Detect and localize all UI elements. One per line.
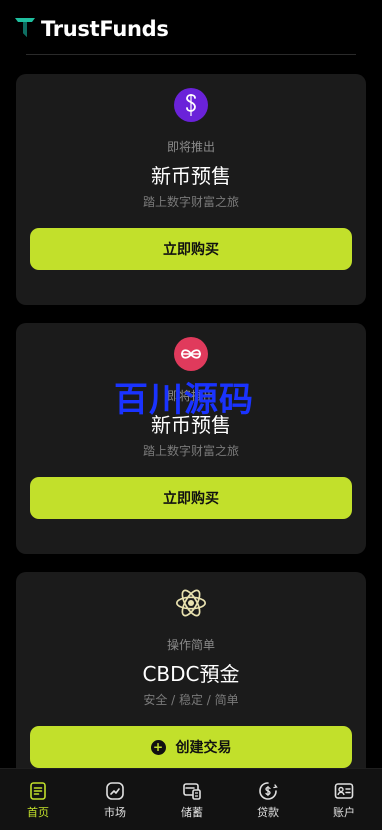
card-subtitle: 踏上数字财富之旅 — [142, 195, 239, 209]
create-trade-button[interactable]: + 创建交易 — [30, 726, 352, 768]
plus-circle-icon: + — [150, 739, 166, 755]
tab-label: 首页 — [27, 806, 49, 819]
header-divider — [26, 54, 356, 55]
tab-label: 储蓄 — [181, 806, 203, 819]
create-trade-label: 创建交易 — [175, 740, 232, 756]
presale-card-1: 即将推出 新币预售 踏上数字财富之旅 立即购买 — [16, 74, 366, 305]
buy-now-button[interactable]: 立即购买 — [30, 228, 352, 270]
red-infinity-coin-icon — [174, 337, 208, 371]
trustfunds-logo-icon — [15, 18, 35, 37]
atom-icon — [174, 586, 208, 620]
purple-s-coin-icon — [174, 88, 208, 122]
brand-name: TrustFunds — [41, 17, 169, 41]
tab-account[interactable]: 账户 — [314, 781, 374, 820]
buy-now-button[interactable]: 立即购买 — [30, 477, 352, 519]
tab-market[interactable]: 市场 — [85, 781, 145, 820]
presale-card-2: 即将推出 新币预售 踏上数字财富之旅 立即购买 — [16, 323, 366, 554]
card-eyebrow: 即将推出 — [166, 140, 215, 154]
card-title: 新币预售 — [151, 164, 231, 188]
card-eyebrow: 操作简单 — [166, 638, 215, 652]
savings-icon — [183, 783, 201, 800]
card-title: CBDC預金 — [142, 662, 240, 686]
loan-dollar-icon — [259, 782, 278, 800]
home-icon — [30, 782, 46, 800]
watermark-text: 百川源码 — [114, 380, 254, 420]
tab-label: 贷款 — [257, 806, 279, 819]
account-card-icon — [334, 783, 354, 799]
card-subtitle: 安全 / 稳定 / 简单 — [143, 693, 239, 707]
tab-label: 市场 — [104, 806, 126, 819]
tab-label: 账户 — [333, 806, 355, 819]
market-trend-icon — [106, 782, 124, 800]
app-header: TrustFunds — [0, 0, 382, 56]
tab-loan[interactable]: 贷款 — [238, 781, 298, 820]
tab-home[interactable]: 首页 — [8, 781, 68, 820]
card-subtitle: 踏上数字财富之旅 — [142, 444, 239, 458]
bottom-tab-bar: 首页 市场 储蓄 贷款 账户 — [0, 768, 382, 830]
tab-savings[interactable]: 储蓄 — [162, 781, 222, 820]
